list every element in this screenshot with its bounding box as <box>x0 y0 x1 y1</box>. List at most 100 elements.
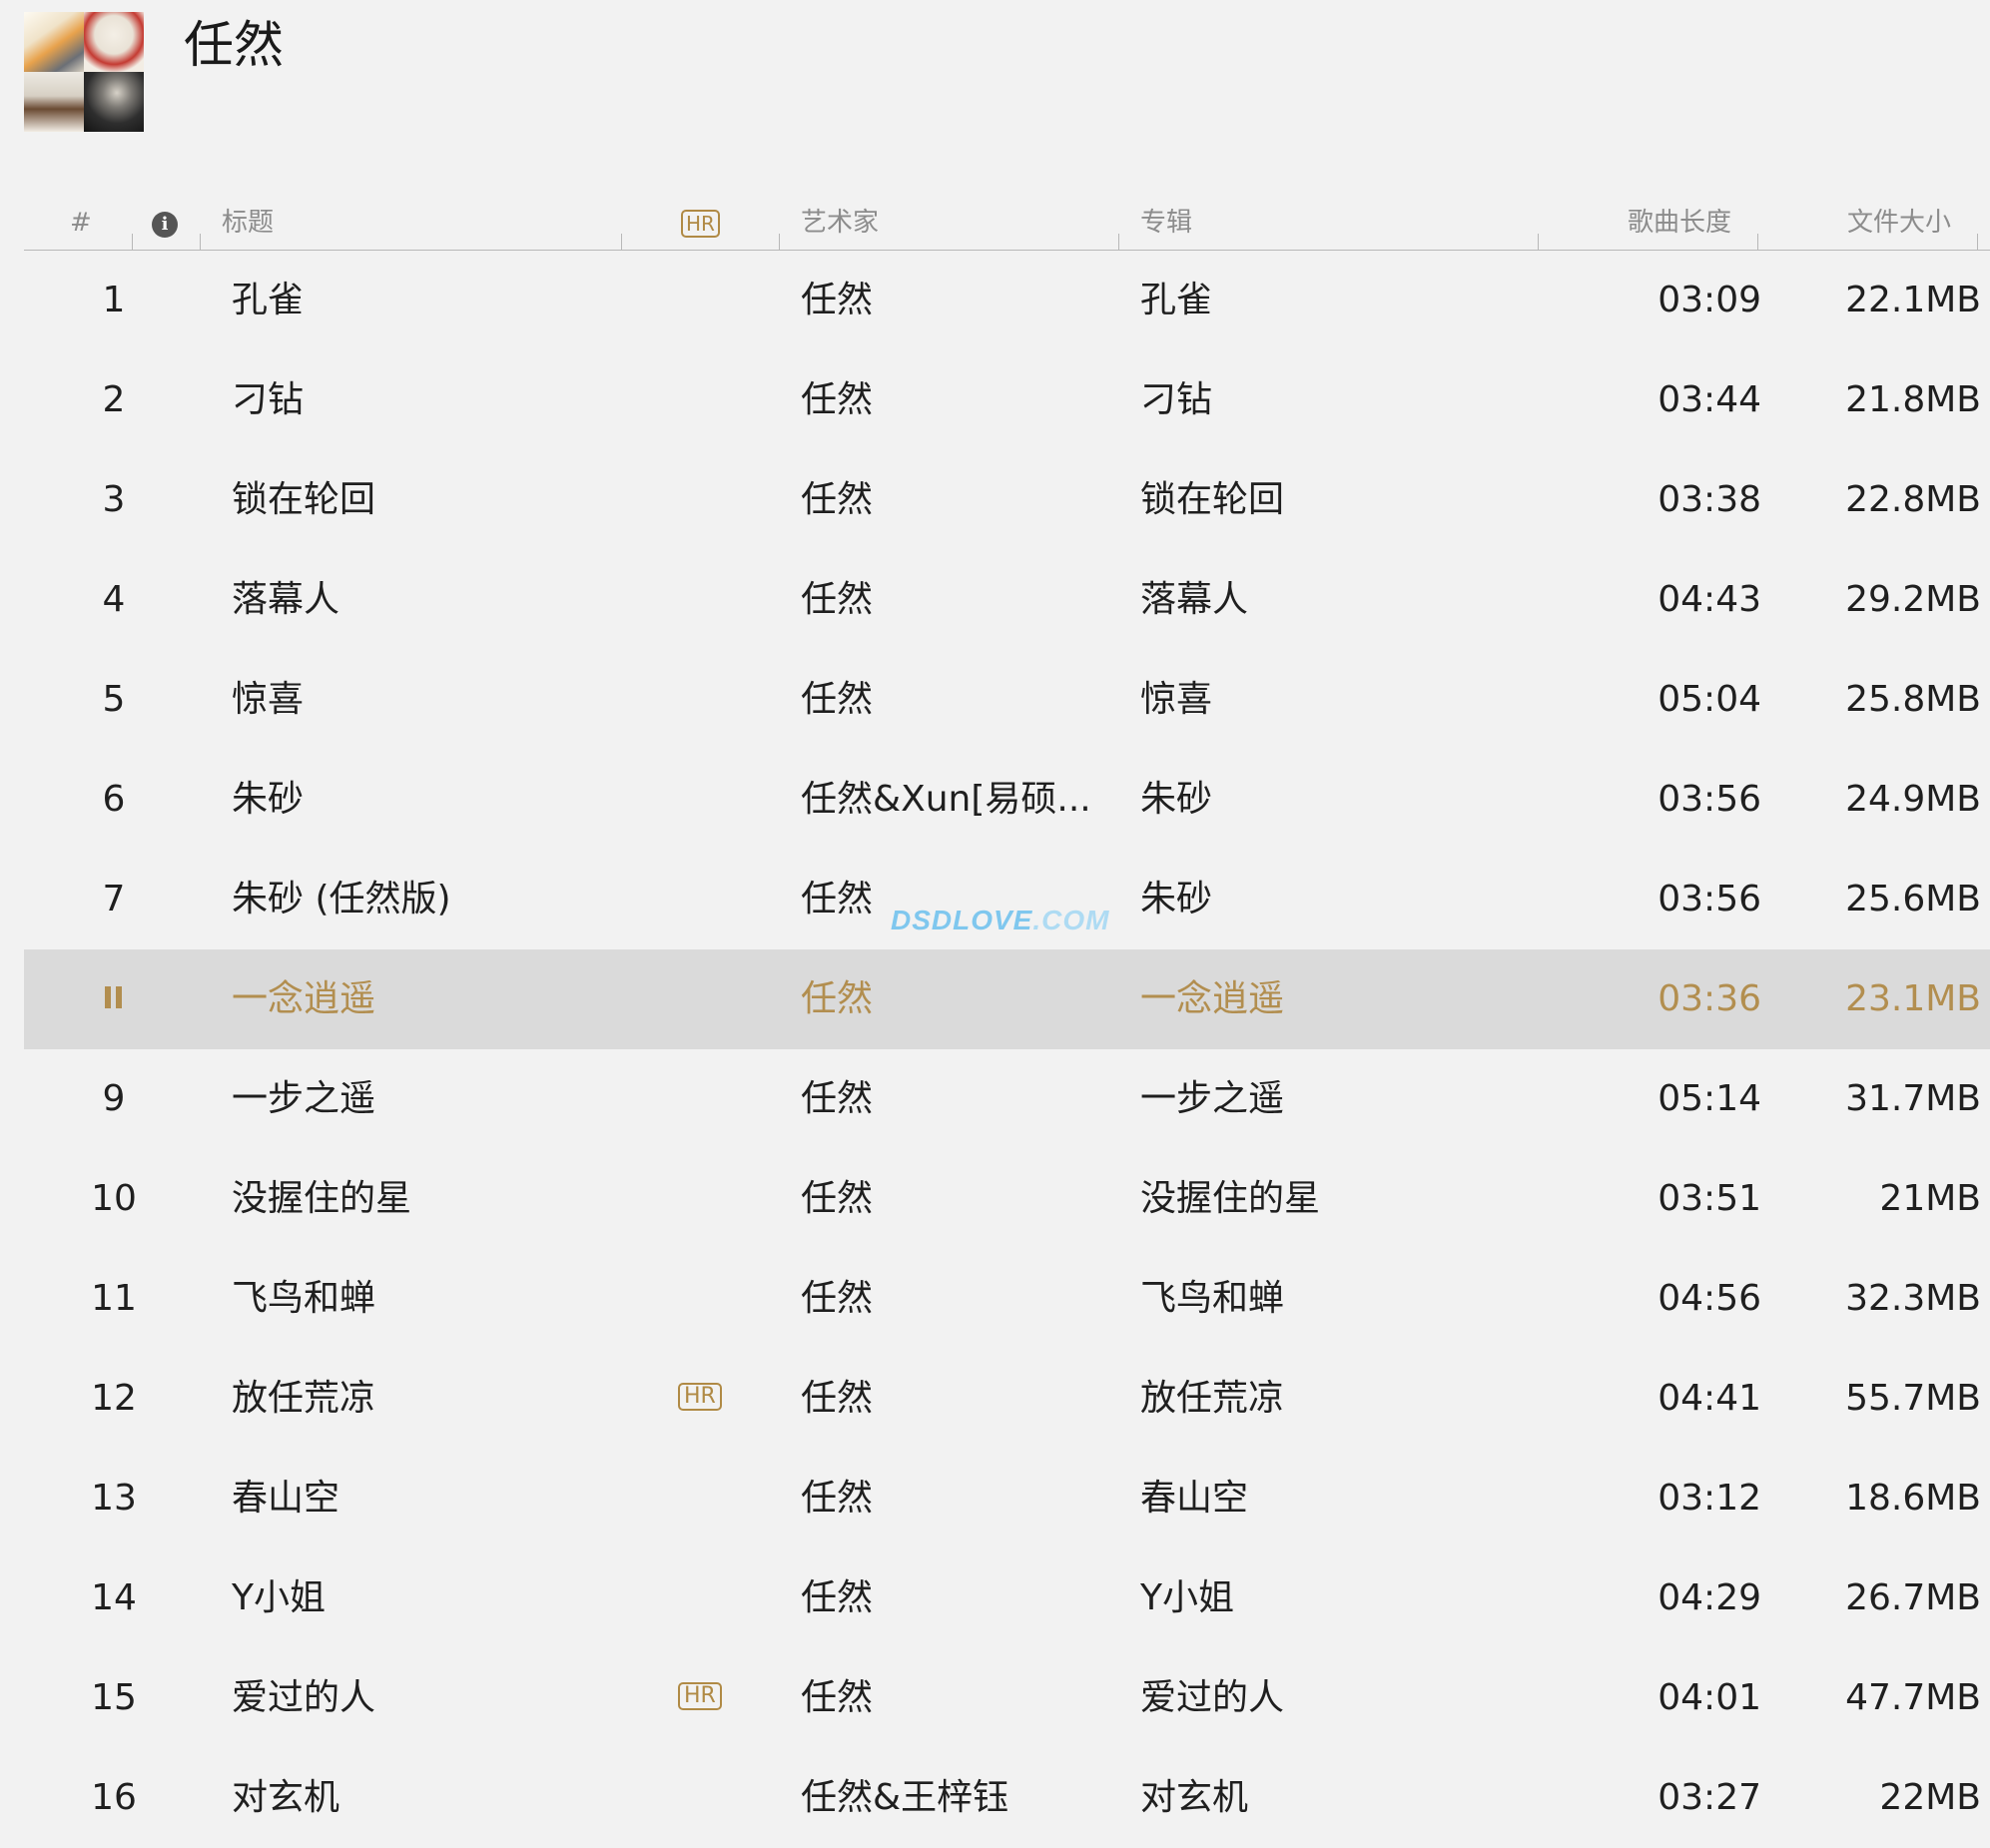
track-album[interactable]: 放任荒凉 <box>1140 1349 1560 1449</box>
track-album[interactable]: 刁钻 <box>1140 350 1560 450</box>
track-file-size: 21.8MB <box>1845 379 1981 420</box>
track-number: 12 <box>91 1378 137 1419</box>
info-icon[interactable]: i <box>152 212 178 238</box>
album-cover-collage[interactable] <box>24 12 144 132</box>
watermark: DSDLOVE.COM <box>891 905 1110 935</box>
track-artist[interactable]: 任然 <box>801 1449 1100 1548</box>
track-duration: 05:04 <box>1658 679 1761 720</box>
track-number: 13 <box>91 1478 137 1519</box>
track-duration: 03:12 <box>1658 1478 1761 1519</box>
track-artist[interactable]: 任然 <box>801 251 1100 350</box>
track-artist[interactable]: 任然 <box>801 1349 1100 1449</box>
track-duration: 04:01 <box>1658 1677 1761 1718</box>
track-row[interactable]: 6 朱砂 任然&Xun[易硕... 朱砂 03:56 24.9MB <box>24 750 1990 850</box>
track-artist[interactable]: 任然 <box>801 1548 1100 1648</box>
track-file-size: 26.7MB <box>1845 1577 1981 1618</box>
track-title: 对玄机 <box>232 1777 340 1818</box>
track-artist[interactable]: 任然&Xun[易硕... <box>801 750 1100 850</box>
track-album[interactable]: 落幕人 <box>1140 550 1560 650</box>
track-file-size: 22.8MB <box>1845 479 1981 520</box>
track-row[interactable]: 11 飞鸟和蝉 任然 飞鸟和蝉 04:56 32.3MB <box>24 1249 1990 1349</box>
track-row[interactable]: 4 落幕人 任然 落幕人 04:43 29.2MB <box>24 550 1990 650</box>
column-divider[interactable] <box>621 234 622 250</box>
track-duration: 05:14 <box>1658 1078 1761 1119</box>
track-album[interactable]: 一念逍遥 <box>1140 949 1560 1049</box>
track-title: 一念逍遥 <box>232 978 376 1019</box>
track-album[interactable]: 没握住的星 <box>1140 1149 1560 1249</box>
column-header-number[interactable]: # <box>70 208 92 238</box>
pause-icon[interactable] <box>105 986 123 1008</box>
column-header-size[interactable]: 文件大小 <box>1847 208 1951 238</box>
track-album[interactable]: 锁在轮回 <box>1140 450 1560 550</box>
track-album[interactable]: 爱过的人 <box>1140 1648 1560 1748</box>
track-row[interactable]: 9 一步之遥 任然 一步之遥 05:14 31.7MB <box>24 1049 1990 1149</box>
track-album[interactable]: 飞鸟和蝉 <box>1140 1249 1560 1349</box>
track-artist[interactable]: 任然 <box>801 1149 1100 1249</box>
track-album[interactable]: 一步之遥 <box>1140 1049 1560 1149</box>
track-row[interactable]: 13 春山空 任然 春山空 03:12 18.6MB <box>24 1449 1990 1548</box>
track-file-size: 32.3MB <box>1845 1278 1981 1319</box>
column-divider[interactable] <box>1118 234 1119 250</box>
track-file-size: 25.8MB <box>1845 679 1981 720</box>
track-duration: 03:36 <box>1658 978 1761 1019</box>
track-row[interactable]: 3 锁在轮回 任然 锁在轮回 03:38 22.8MB <box>24 450 1990 550</box>
track-artist[interactable]: 任然 <box>801 450 1100 550</box>
column-header-artist[interactable]: 艺术家 <box>801 208 879 238</box>
column-header-duration[interactable]: 歌曲长度 <box>1628 208 1731 238</box>
track-file-size: 29.2MB <box>1845 579 1981 620</box>
track-row[interactable]: 5 惊喜 任然 惊喜 05:04 25.8MB <box>24 650 1990 750</box>
track-album[interactable]: 对玄机 <box>1140 1748 1560 1848</box>
column-divider[interactable] <box>1538 234 1539 250</box>
track-row[interactable]: 2 刁钻 任然 刁钻 03:44 21.8MB <box>24 350 1990 450</box>
column-divider[interactable] <box>200 234 201 250</box>
column-header-hr[interactable]: HR <box>681 210 720 238</box>
track-album[interactable]: 孔雀 <box>1140 251 1560 350</box>
track-album[interactable]: 朱砂 <box>1140 750 1560 850</box>
column-divider[interactable] <box>1977 234 1978 250</box>
track-row-playing[interactable]: 一念逍遥 任然 一念逍遥 03:36 23.1MB <box>24 949 1990 1049</box>
track-title: 孔雀 <box>232 280 305 320</box>
track-row[interactable]: 16 对玄机 任然&王梓钰 对玄机 03:27 22MB <box>24 1748 1990 1848</box>
column-divider[interactable] <box>1757 234 1758 250</box>
album-cover-image <box>24 72 84 132</box>
track-artist[interactable]: 任然 <box>801 1648 1100 1748</box>
track-row[interactable]: 10 没握住的星 任然 没握住的星 03:51 21MB <box>24 1149 1990 1249</box>
track-title: 刁钻 <box>232 379 305 420</box>
track-file-size: 21MB <box>1879 1178 1981 1219</box>
track-artist[interactable]: 任然 <box>801 550 1100 650</box>
track-title: 飞鸟和蝉 <box>232 1278 376 1319</box>
track-row[interactable]: 1 孔雀 任然 孔雀 03:09 22.1MB <box>24 251 1990 350</box>
hr-badge: HR <box>678 1383 722 1411</box>
track-row[interactable]: 15 爱过的人 HR 任然 爱过的人 04:01 47.7MB <box>24 1648 1990 1748</box>
track-album[interactable]: 惊喜 <box>1140 650 1560 750</box>
track-file-size: 18.6MB <box>1845 1478 1981 1519</box>
album-title: 任然 <box>184 16 284 74</box>
track-number: 1 <box>102 280 126 320</box>
track-row[interactable]: 12 放任荒凉 HR 任然 放任荒凉 04:41 55.7MB <box>24 1349 1990 1449</box>
column-divider[interactable] <box>132 234 133 250</box>
table-header: # i 标题 HR 艺术家 专辑 歌曲长度 文件大小 <box>24 196 1990 251</box>
track-artist[interactable]: 任然 <box>801 350 1100 450</box>
track-title: 落幕人 <box>232 579 340 620</box>
track-title: 锁在轮回 <box>232 479 376 520</box>
column-header-album[interactable]: 专辑 <box>1140 208 1192 238</box>
column-header-title[interactable]: 标题 <box>222 208 274 238</box>
track-artist[interactable]: 任然 <box>801 1049 1100 1149</box>
track-artist[interactable]: 任然&王梓钰 <box>801 1748 1100 1848</box>
track-duration: 04:41 <box>1658 1378 1761 1419</box>
track-row[interactable]: 14 Y小姐 任然 Y小姐 04:29 26.7MB <box>24 1548 1990 1648</box>
track-album[interactable]: 朱砂 <box>1140 850 1560 949</box>
track-duration: 03:44 <box>1658 379 1761 420</box>
track-artist[interactable]: 任然 <box>801 650 1100 750</box>
track-duration: 04:43 <box>1658 579 1761 620</box>
column-divider[interactable] <box>779 234 780 250</box>
track-artist[interactable]: 任然 <box>801 949 1100 1049</box>
track-number: 5 <box>102 679 126 720</box>
pause-icon-cell <box>64 949 164 1049</box>
track-album[interactable]: 春山空 <box>1140 1449 1560 1548</box>
track-number: 4 <box>102 579 126 620</box>
track-title: 没握住的星 <box>232 1178 412 1219</box>
track-number: 15 <box>91 1677 137 1718</box>
track-album[interactable]: Y小姐 <box>1140 1548 1560 1648</box>
track-artist[interactable]: 任然 <box>801 1249 1100 1349</box>
